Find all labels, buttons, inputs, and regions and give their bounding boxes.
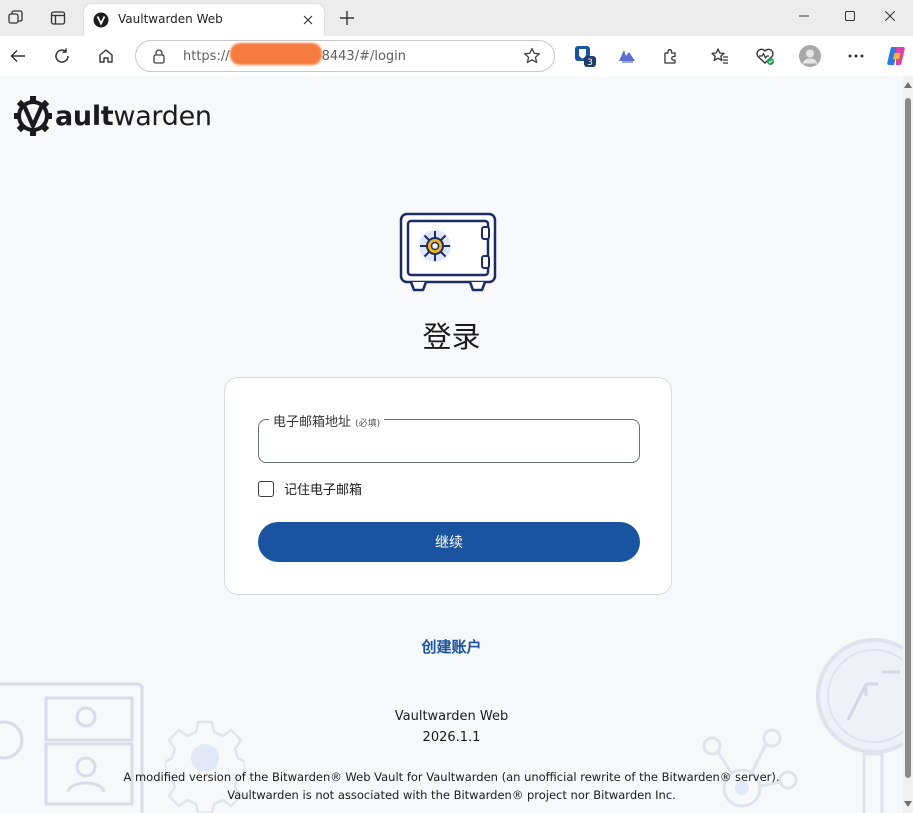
email-input[interactable] <box>271 428 625 454</box>
copilot-icon[interactable] <box>883 42 911 70</box>
vertical-tabs-icon[interactable] <box>44 4 72 32</box>
home-icon[interactable] <box>91 41 121 71</box>
extensions-puzzle-icon[interactable] <box>657 42 685 70</box>
disclaimer-line-2: Vaultwarden is not associated with the B… <box>227 788 676 802</box>
footer-info: Vaultwarden Web 2026.1.1 <box>0 706 903 748</box>
profile-avatar-icon[interactable] <box>796 42 824 70</box>
vaultwarden-favicon-icon <box>93 12 109 28</box>
scrollbar-thumb[interactable] <box>905 98 911 778</box>
bitwarden-extension-icon[interactable]: 3 <box>571 42 599 70</box>
page-title: 登录 <box>422 320 481 354</box>
scroll-up-arrow-icon[interactable] <box>904 82 912 88</box>
remember-email-checkbox[interactable] <box>258 480 274 497</box>
lock-icon[interactable] <box>152 48 166 64</box>
login-card: 电子邮箱地址 (必填) 记住电子邮箱 继续 <box>224 377 672 595</box>
url-scheme: https:// <box>183 49 230 64</box>
refresh-icon[interactable] <box>47 41 77 71</box>
scroll-down-arrow-icon[interactable] <box>904 801 912 807</box>
vaultwarden-logo: aultwarden <box>14 96 212 136</box>
create-account-link[interactable]: 创建账户 <box>0 636 903 657</box>
address-url: https:// 8443/#/login <box>183 43 407 65</box>
new-tab-icon[interactable] <box>334 5 360 31</box>
more-menu-icon[interactable] <box>842 42 870 70</box>
page-content: aultwarden 登录 电子邮箱地址 (必填) 记住电子邮箱 继续 创建账户 <box>0 76 903 813</box>
close-window-icon[interactable] <box>867 2 913 30</box>
redacted-host <box>229 43 322 65</box>
back-arrow-icon[interactable] <box>3 41 33 71</box>
favorite-star-icon[interactable] <box>522 46 542 66</box>
address-bar[interactable]: https:// 8443/#/login <box>135 40 555 72</box>
workspaces-icon[interactable] <box>2 4 30 32</box>
disclaimer-line-1: A modified version of the Bitwarden® Web… <box>123 770 780 784</box>
url-path: 8443/#/login <box>321 49 407 64</box>
tab-bar: Vaultwarden Web <box>0 0 913 36</box>
vault-safe-icon <box>399 212 497 292</box>
favorites-icon[interactable] <box>706 42 734 70</box>
logo-bold-text: ault <box>55 100 114 132</box>
minimize-icon[interactable] <box>781 2 827 30</box>
footer-app-name: Vaultwarden Web <box>394 709 509 724</box>
remember-email-row[interactable]: 记住电子邮箱 <box>258 479 362 498</box>
logo-light-text: warden <box>113 100 212 132</box>
vaultwarden-gear-logo-icon <box>14 96 52 136</box>
close-tab-icon[interactable] <box>298 10 318 30</box>
tab-title: Vaultwarden Web <box>118 12 223 26</box>
continue-button[interactable]: 继续 <box>258 522 640 562</box>
browser-essentials-icon[interactable] <box>751 42 779 70</box>
browser-toolbar: https:// 8443/#/login 3 <box>0 36 913 76</box>
active-tab[interactable]: Vaultwarden Web <box>84 4 324 36</box>
page-scrollbar[interactable] <box>903 76 913 813</box>
extension-badge: 3 <box>587 58 593 68</box>
email-field[interactable]: 电子邮箱地址 (必填) <box>258 411 640 463</box>
translate-extension-icon[interactable] <box>613 42 641 70</box>
disclaimer: A modified version of the Bitwarden® Web… <box>0 768 903 804</box>
footer-version: 2026.1.1 <box>422 730 481 745</box>
remember-email-label: 记住电子邮箱 <box>284 483 363 498</box>
